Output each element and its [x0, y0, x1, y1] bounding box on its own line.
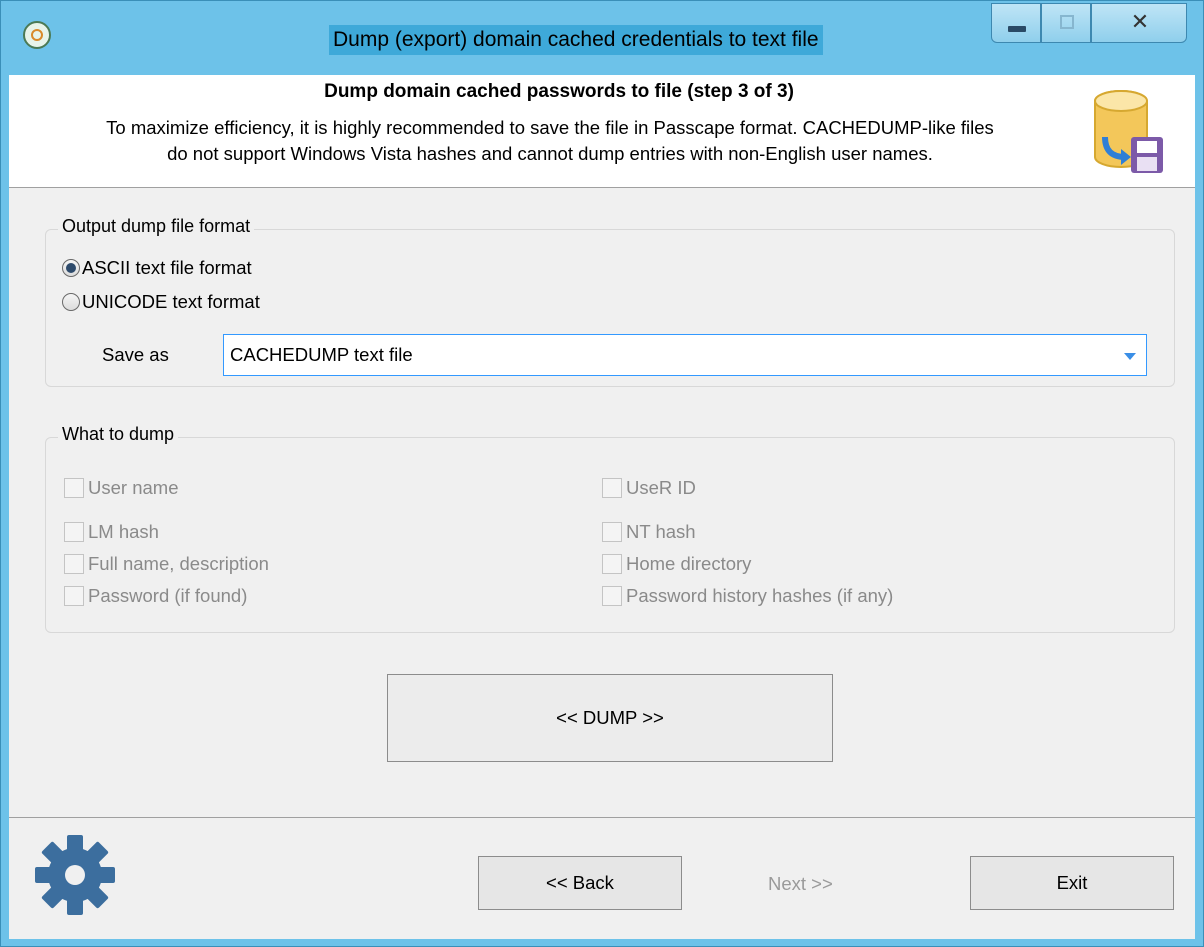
minimize-icon	[1008, 26, 1026, 32]
save-as-dropdown[interactable]: CACHEDUMP text file	[223, 334, 1147, 376]
close-icon: ✕	[1130, 10, 1150, 35]
checkbox-box[interactable]	[602, 554, 622, 574]
step-description: To maximize efficiency, it is highly rec…	[15, 115, 1085, 167]
gear-icon[interactable]	[33, 833, 117, 917]
checkbox-user-name[interactable]: User name	[64, 476, 178, 500]
radio-unicode-label: UNICODE text format	[82, 291, 260, 312]
dialog-client: Dump domain cached passwords to file (st…	[9, 75, 1195, 939]
checkbox-full-name[interactable]: Full name, description	[64, 552, 269, 576]
back-button[interactable]: << Back	[478, 856, 682, 910]
checkbox-label: Home directory	[626, 553, 752, 574]
what-to-dump-group: What to dump User name LM hash Full name…	[45, 424, 1175, 633]
checkbox-label: User name	[88, 477, 179, 498]
checkbox-box[interactable]	[64, 554, 84, 574]
database-save-icon	[1094, 90, 1163, 173]
save-as-value: CACHEDUMP text file	[230, 344, 413, 365]
wizard-header: Dump domain cached passwords to file (st…	[9, 75, 1195, 188]
step-title: Dump domain cached passwords to file (st…	[324, 81, 794, 102]
checkbox-nt-hash[interactable]: NT hash	[602, 520, 696, 544]
dialog-window: Dump (export) domain cached credentials …	[0, 0, 1204, 947]
checkbox-label: LM hash	[88, 521, 159, 542]
description-line-2: do not support Windows Vista hashes and …	[167, 143, 933, 164]
checkbox-box[interactable]	[602, 478, 622, 498]
description-line-1: To maximize efficiency, it is highly rec…	[106, 117, 994, 138]
checkbox-label: UseR ID	[626, 477, 696, 498]
radio-ascii-label: ASCII text file format	[82, 257, 252, 278]
close-button[interactable]: ✕	[1091, 3, 1187, 43]
exit-button[interactable]: Exit	[970, 856, 1174, 910]
dump-button[interactable]: << DUMP >>	[387, 674, 833, 762]
checkbox-label: Full name, description	[88, 553, 269, 574]
checkbox-box[interactable]	[602, 522, 622, 542]
radio-unicode-circle[interactable]	[62, 293, 80, 311]
checkbox-label: Password (if found)	[88, 585, 248, 606]
checkbox-password-history[interactable]: Password history hashes (if any)	[602, 584, 893, 608]
maximize-icon	[1060, 15, 1074, 29]
radio-unicode[interactable]: UNICODE text format	[62, 290, 260, 314]
maximize-button	[1041, 3, 1091, 43]
checkbox-lm-hash[interactable]: LM hash	[64, 520, 159, 544]
minimize-button[interactable]	[991, 3, 1041, 43]
output-format-group: Output dump file format ASCII text file …	[45, 216, 1175, 387]
checkbox-home-directory[interactable]: Home directory	[602, 552, 751, 576]
radio-ascii[interactable]: ASCII text file format	[62, 256, 252, 280]
next-button: Next >>	[768, 873, 833, 894]
chevron-down-icon[interactable]	[1124, 353, 1136, 360]
title-bar[interactable]: Dump (export) domain cached credentials …	[1, 1, 1203, 75]
footer-divider	[9, 817, 1195, 818]
checkbox-box[interactable]	[64, 522, 84, 542]
checkbox-user-id[interactable]: UseR ID	[602, 476, 696, 500]
checkbox-label: NT hash	[626, 521, 696, 542]
output-format-group-title: Output dump file format	[58, 216, 255, 237]
checkbox-box[interactable]	[64, 586, 84, 606]
checkbox-password[interactable]: Password (if found)	[64, 584, 247, 608]
checkbox-label: Password history hashes (if any)	[626, 585, 894, 606]
what-to-dump-group-title: What to dump	[58, 424, 179, 445]
app-icon[interactable]	[23, 21, 51, 49]
save-as-label: Save as	[102, 344, 169, 365]
window-title: Dump (export) domain cached credentials …	[329, 25, 823, 55]
checkbox-box[interactable]	[602, 586, 622, 606]
checkbox-box[interactable]	[64, 478, 84, 498]
radio-ascii-circle[interactable]	[62, 259, 80, 277]
